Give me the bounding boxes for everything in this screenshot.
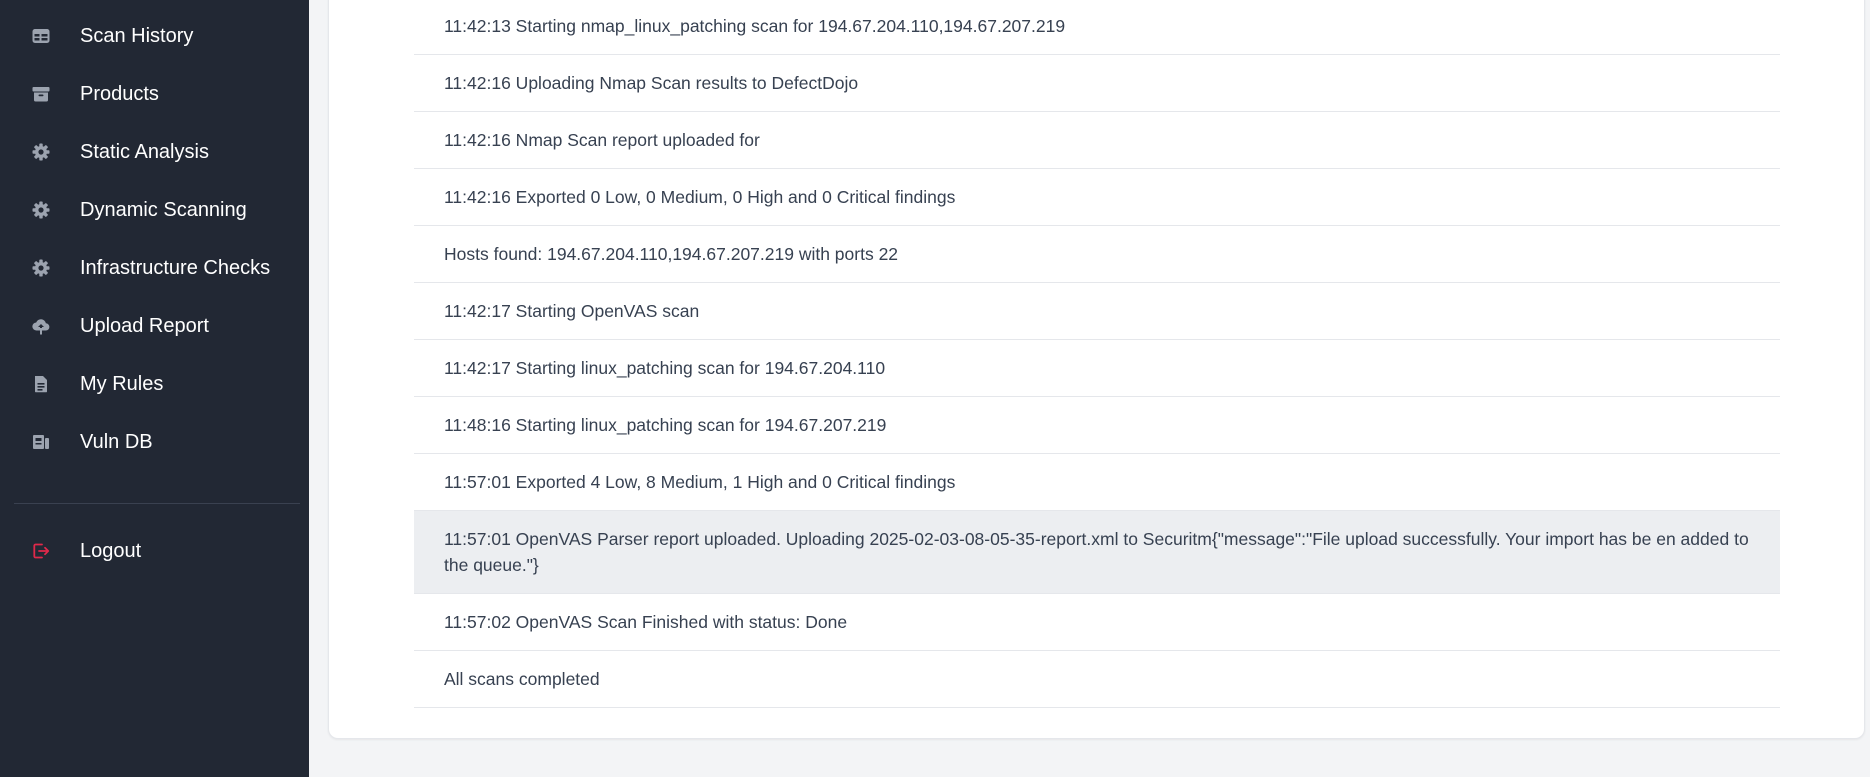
sidebar: Scan History Products Static Analysis Dy… [0,0,309,777]
log-entry: 11:42:16 Uploading Nmap Scan results to … [414,55,1780,112]
sidebar-item-products[interactable]: Products [0,72,309,116]
sidebar-item-my-rules[interactable]: My Rules [0,362,309,406]
log-entry-highlighted: 11:57:01 OpenVAS Parser report uploaded.… [414,511,1780,594]
logout-button[interactable]: Logout [0,529,309,573]
logout-label: Logout [80,539,142,562]
database-icon [30,431,52,453]
log-entry: Hosts found: 194.67.204.110,194.67.207.2… [414,226,1780,283]
log-entry: 11:57:02 OpenVAS Scan Finished with stat… [414,594,1780,651]
sidebar-item-label: Static Analysis [80,140,209,163]
sidebar-item-label: Infrastructure Checks [80,256,271,279]
log-entry: 11:42:17 Starting OpenVAS scan [414,283,1780,340]
archive-icon [30,83,52,105]
sidebar-item-dynamic-scanning[interactable]: Dynamic Scanning [0,188,309,232]
sidebar-item-scan-history[interactable]: Scan History [0,14,309,58]
sidebar-item-label: Vuln DB [80,430,153,453]
scan-log-list: 11:42:13 Starting nmap_linux_patching sc… [414,0,1780,708]
sidebar-divider [14,503,300,504]
gear-icon [30,199,52,221]
log-entry: 11:42:16 Nmap Scan report uploaded for [414,112,1780,169]
sidebar-item-upload-report[interactable]: Upload Report [0,304,309,348]
sidebar-item-infrastructure-checks[interactable]: Infrastructure Checks [0,246,309,290]
log-entry: 11:42:17 Starting linux_patching scan fo… [414,340,1780,397]
sidebar-item-label: Dynamic Scanning [80,198,247,221]
log-entry: 11:42:16 Exported 0 Low, 0 Medium, 0 Hig… [414,169,1780,226]
document-icon [30,373,52,395]
sidebar-item-label: Products [80,82,159,105]
table-icon [30,25,52,47]
gear-icon [30,257,52,279]
sidebar-item-vuln-db[interactable]: Vuln DB [0,420,309,464]
cloud-upload-icon [30,315,52,337]
log-entry: All scans completed [414,651,1780,708]
gear-icon [30,141,52,163]
log-entry: 11:42:13 Starting nmap_linux_patching sc… [414,0,1780,55]
log-entry: 11:57:01 Exported 4 Low, 8 Medium, 1 Hig… [414,454,1780,511]
sidebar-item-static-analysis[interactable]: Static Analysis [0,130,309,174]
sidebar-item-label: Upload Report [80,314,209,337]
sidebar-item-label: My Rules [80,372,164,395]
logout-icon [30,540,52,562]
sidebar-item-label: Scan History [80,24,194,47]
log-entry: 11:48:16 Starting linux_patching scan fo… [414,397,1780,454]
